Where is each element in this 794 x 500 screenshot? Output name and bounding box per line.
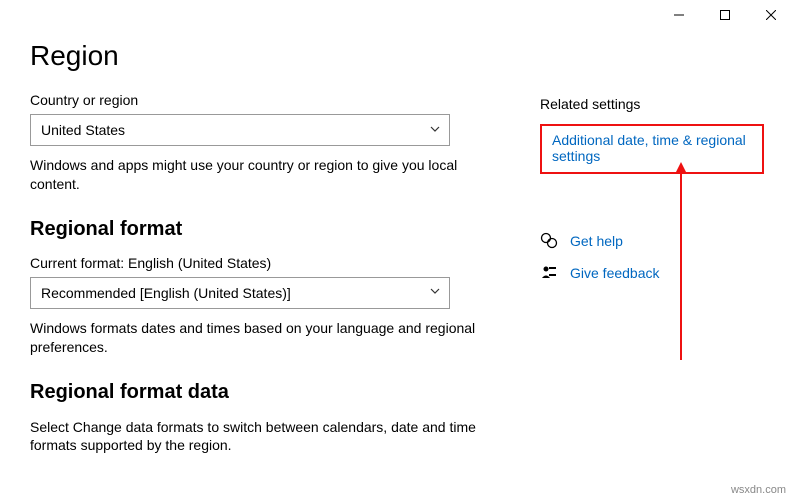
chevron-down-icon [429, 123, 441, 138]
window-controls [656, 0, 794, 30]
additional-settings-link[interactable]: Additional date, time & regional setting… [552, 132, 752, 164]
chevron-down-icon [429, 285, 441, 300]
country-select-value: United States [41, 122, 125, 138]
regional-format-select[interactable]: Recommended [English (United States)] [30, 277, 450, 309]
current-format-label: Current format: English (United States) [30, 255, 530, 271]
regional-format-data-desc: Select Change data formats to switch bet… [30, 418, 500, 456]
give-feedback-item: Give feedback [540, 264, 764, 282]
regional-format-data-heading: Regional format data [30, 381, 530, 404]
country-desc: Windows and apps might use your country … [30, 156, 500, 194]
related-settings-heading: Related settings [540, 96, 764, 112]
get-help-item: Get help [540, 232, 764, 250]
help-icon [540, 232, 558, 250]
watermark: wsxdn.com [731, 484, 786, 496]
minimize-button[interactable] [656, 0, 702, 30]
country-label: Country or region [30, 92, 530, 108]
annotation-highlight-box: Additional date, time & regional setting… [540, 124, 764, 174]
give-feedback-link[interactable]: Give feedback [570, 265, 660, 281]
maximize-button[interactable] [702, 0, 748, 30]
country-select[interactable]: United States [30, 114, 450, 146]
side-pane: Related settings Additional date, time &… [530, 40, 764, 455]
page-title: Region [30, 40, 530, 72]
regional-format-desc: Windows formats dates and times based on… [30, 319, 500, 357]
close-button[interactable] [748, 0, 794, 30]
annotation-arrow [680, 170, 682, 360]
feedback-icon [540, 264, 558, 282]
main-pane: Region Country or region United States W… [30, 40, 530, 455]
get-help-link[interactable]: Get help [570, 233, 623, 249]
regional-format-value: Recommended [English (United States)] [41, 285, 291, 301]
regional-format-heading: Regional format [30, 218, 530, 241]
